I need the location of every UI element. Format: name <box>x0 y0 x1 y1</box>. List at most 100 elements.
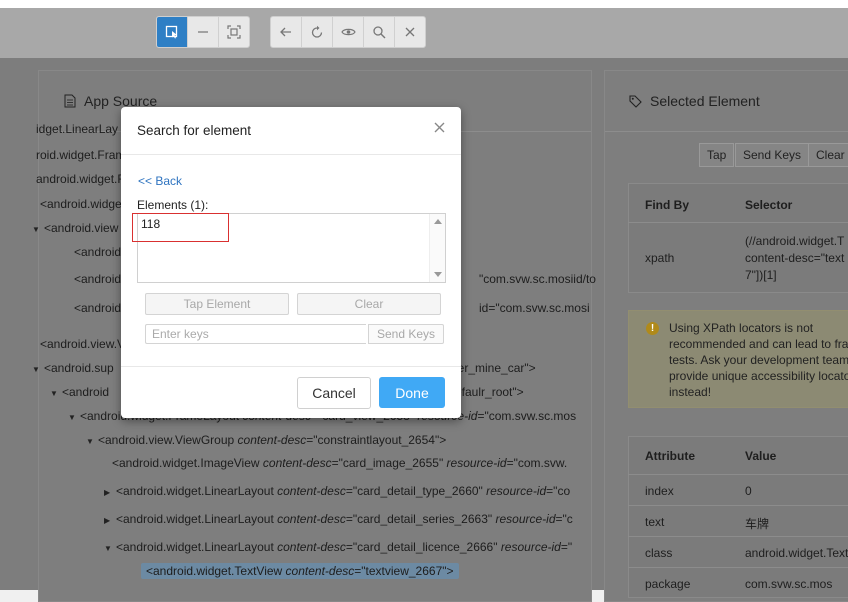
modal-close-button[interactable] <box>434 120 445 138</box>
tag-name: <android.widget.LinearLayout <box>116 484 274 498</box>
clear-button[interactable]: Clear <box>808 143 848 167</box>
tree-node-text: roid.widget.Frame <box>36 148 132 162</box>
caret-down-icon[interactable]: ▼ <box>68 413 80 422</box>
search-modal: Search for element << Back Elements (1):… <box>121 107 461 418</box>
swipe-icon <box>198 31 208 33</box>
attribute-name: resource-id <box>446 456 507 470</box>
tag-name: <android <box>74 301 122 315</box>
caret-down-icon[interactable]: ▼ <box>32 365 44 374</box>
table-divider <box>628 505 848 506</box>
back-link[interactable]: << Back <box>138 174 182 188</box>
warning-line: tests. Ask your development team <box>669 353 848 367</box>
attribute-value: ="constraintlayout_2654"> <box>306 433 447 447</box>
tree-node[interactable]: idget.LinearLay <box>36 122 118 136</box>
tree-node[interactable]: ▼ <android.view.ViewGroup content-desc="c… <box>86 433 446 447</box>
attribute-value: =" <box>560 540 573 554</box>
attribute-name: content-desc <box>262 456 332 470</box>
tree-node[interactable]: ▼ <android.view <box>32 221 118 235</box>
tag-name: roid.widget.Frame <box>36 148 133 162</box>
selector-line[interactable]: content-desc="text <box>745 251 844 265</box>
find-by-header: Find By <box>645 198 689 212</box>
selector-line[interactable]: (//android.widget.T <box>745 234 844 248</box>
enter-keys-input[interactable] <box>145 324 366 344</box>
caret-down-icon[interactable]: ▼ <box>86 437 98 446</box>
tree-node[interactable]: <android id="com.svw.sc.mosi <box>74 301 590 315</box>
tree-node[interactable]: <android.widget <box>40 197 125 211</box>
caret-down-icon[interactable]: ▼ <box>104 544 116 553</box>
attribute-value: android.widget.Text <box>745 546 848 560</box>
quit-session-button[interactable] <box>395 17 425 47</box>
tag-name: <android.sup <box>44 361 114 375</box>
send-keys-modal-button[interactable]: Send Keys <box>368 324 444 344</box>
selector-line[interactable]: 7"])[1] <box>745 268 777 282</box>
tree-node-text: <android.sup <box>44 361 114 375</box>
scroll-up-icon[interactable] <box>434 219 442 224</box>
attribute-value: ="card_detail_type_2660" <box>345 484 487 498</box>
attribute-value: ="c <box>555 512 573 526</box>
swipe-mode-button[interactable] <box>188 17 219 47</box>
tree-node[interactable]: ▶ <android.widget.LinearLayout content-de… <box>104 512 573 526</box>
tree-node-text: <android <box>74 245 121 259</box>
tree-node[interactable]: <android "com.svw.sc.mosiid/to <box>74 272 596 286</box>
tree-node-text: <android.widget.LinearLayout content-des… <box>116 512 573 526</box>
tree-node-text: <android.widget.ImageView content-desc="… <box>112 456 567 470</box>
tree-node[interactable]: ▼ <android.widget.LinearLayout content-de… <box>104 540 572 554</box>
close-icon <box>434 122 445 133</box>
selected-element-title: Selected Element <box>650 93 760 109</box>
attribute-value: efaulr_root"> <box>455 385 524 399</box>
attribute-value: ="com.svw. <box>506 456 568 470</box>
tap-area-button[interactable] <box>219 17 249 47</box>
tree-node[interactable]: <android.view.V <box>40 337 125 351</box>
eye-icon <box>340 28 356 36</box>
attribute-value: 0 <box>745 484 752 498</box>
tag-name: <android.widget.TextView <box>146 564 283 578</box>
tag-name: <android.widget.LinearLayout <box>116 512 274 526</box>
tree-node[interactable]: <android.widget.TextView content-desc="t… <box>141 563 459 579</box>
show-hide-button[interactable] <box>333 17 364 47</box>
tree-node[interactable]: ▼ <android efaulr_root"> <box>50 385 524 399</box>
clear-modal-button[interactable]: Clear <box>297 293 441 315</box>
tree-node-text: <android.view.V <box>40 337 125 351</box>
caret-right-icon[interactable]: ▶ <box>104 488 116 497</box>
tap-element-button[interactable]: Tap <box>699 143 735 167</box>
attribute-value: ="co <box>546 484 571 498</box>
back-button[interactable] <box>271 17 302 47</box>
warning-line: provide unique accessibility locato <box>669 369 848 383</box>
selected-element-header: Selected Element <box>605 71 848 132</box>
annotation-highlight-box <box>132 213 229 242</box>
tag-name: <android.widget <box>40 197 126 211</box>
tag-name: <android <box>74 272 122 286</box>
select-icon <box>165 25 178 39</box>
tap-element-modal-button[interactable]: Tap Element <box>145 293 289 315</box>
attribute-value: ="card_detail_licence_2666" <box>345 540 501 554</box>
caret-right-icon[interactable]: ▶ <box>104 516 116 525</box>
caret-down-icon[interactable]: ▼ <box>32 225 44 234</box>
value-header: Value <box>745 449 777 463</box>
attribute-name: content-desc <box>277 484 346 498</box>
tree-node[interactable]: ▶ <android.widget.LinearLayout content-de… <box>104 484 570 498</box>
done-button[interactable]: Done <box>379 377 445 408</box>
tree-node-text: <android <box>74 301 121 315</box>
tree-node-text: <android.widget <box>40 197 125 211</box>
scroll-down-icon[interactable] <box>434 272 442 277</box>
tap-area-icon <box>227 25 241 39</box>
tag-name: <android.view <box>44 221 119 235</box>
tree-node[interactable]: <android.widget.ImageView content-desc="… <box>112 456 567 470</box>
attribute-value: "com.svw.sc.mosiid/to <box>479 272 596 286</box>
caret-down-icon[interactable]: ▼ <box>50 389 62 398</box>
send-keys-button[interactable]: Send Keys <box>735 143 810 167</box>
cancel-button[interactable]: Cancel <box>297 377 371 409</box>
table-divider <box>628 536 848 537</box>
refresh-button[interactable] <box>302 17 333 47</box>
tree-node[interactable]: <android <box>74 245 121 259</box>
toolbar-mode-group <box>156 16 250 48</box>
tree-node-text: <android.widget.LinearLayout content-des… <box>116 540 572 554</box>
tag-name: idget.LinearLay <box>36 122 119 136</box>
list-scrollbar[interactable] <box>429 214 445 282</box>
search-button[interactable] <box>364 17 395 47</box>
tree-node[interactable]: roid.widget.Frame <box>36 148 132 162</box>
attribute-value: ="com.svw.sc.mos <box>477 409 577 423</box>
table-divider <box>628 222 848 223</box>
select-mode-button[interactable] <box>157 17 188 47</box>
tree-node[interactable]: ▼ <android.sup cycler_mine_car"> <box>32 361 536 375</box>
